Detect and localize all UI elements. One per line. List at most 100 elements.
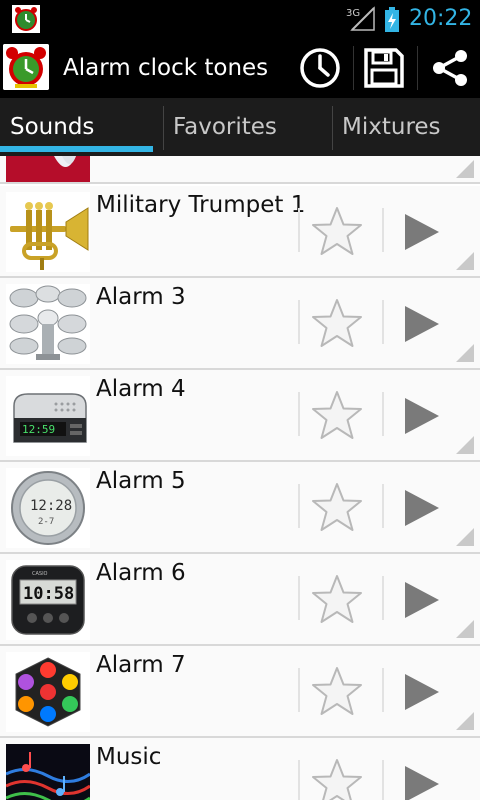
row-divider	[382, 760, 384, 800]
row-divider	[382, 668, 384, 712]
play-button[interactable]	[388, 568, 454, 632]
svg-text:2-7: 2-7	[38, 517, 54, 527]
star-icon	[312, 207, 362, 255]
corner-indicator-icon	[456, 712, 474, 730]
favorite-button[interactable]	[304, 476, 370, 540]
corner-indicator-icon	[456, 620, 474, 638]
row-divider	[298, 760, 300, 800]
list-item[interactable]: Military Trumpet 1	[0, 186, 480, 278]
corner-indicator-icon	[456, 436, 474, 454]
share-button[interactable]	[424, 42, 476, 94]
play-icon	[405, 306, 439, 342]
svg-text:CASIO: CASIO	[32, 571, 48, 577]
travel-clock-thumbnail-icon: 10:58 CASIO	[6, 560, 90, 640]
row-divider	[382, 392, 384, 436]
app-logo-icon	[3, 44, 49, 90]
save-button[interactable]	[358, 42, 410, 94]
star-icon	[312, 391, 362, 439]
action-bar: Alarm clock tones	[0, 38, 480, 98]
star-icon	[312, 299, 362, 347]
svg-text:3G: 3G	[346, 8, 360, 19]
play-button[interactable]	[388, 752, 454, 800]
play-icon	[405, 214, 439, 250]
row-divider	[298, 484, 300, 528]
play-icon	[405, 398, 439, 434]
star-icon	[312, 483, 362, 531]
list-item[interactable]: Alarm 3	[0, 278, 480, 370]
row-divider	[298, 300, 300, 344]
row-divider	[382, 300, 384, 344]
sound-title: Alarm 5	[96, 468, 186, 494]
play-button[interactable]	[388, 200, 454, 264]
tab-divider	[163, 106, 164, 150]
svg-text:12:28: 12:28	[30, 498, 72, 514]
row-divider	[382, 208, 384, 252]
list-item-partial[interactable]	[0, 156, 480, 184]
timer-button[interactable]	[294, 42, 346, 94]
favorite-button[interactable]	[304, 292, 370, 356]
row-divider	[382, 576, 384, 620]
favorite-button[interactable]	[304, 752, 370, 800]
svg-text:10:58: 10:58	[23, 584, 74, 604]
alarm-app-notification-icon	[12, 5, 40, 33]
sound-title: Military Trumpet 1	[96, 192, 306, 218]
row-divider	[382, 484, 384, 528]
tab-selected-indicator	[0, 146, 153, 152]
clock-icon	[300, 48, 340, 88]
star-icon	[312, 759, 362, 800]
list-item[interactable]: Music	[0, 738, 480, 800]
favorite-button[interactable]	[304, 660, 370, 724]
star-icon	[312, 667, 362, 715]
play-icon	[405, 490, 439, 526]
sound-title: Music	[96, 744, 162, 770]
action-divider	[417, 46, 418, 90]
play-button[interactable]	[388, 476, 454, 540]
favorite-button[interactable]	[304, 384, 370, 448]
status-time: 20:22	[409, 6, 473, 31]
play-button[interactable]	[388, 292, 454, 356]
list-item[interactable]: Alarm 7	[0, 646, 480, 738]
play-button[interactable]	[388, 384, 454, 448]
corner-indicator-icon	[456, 252, 474, 270]
sound-title: Alarm 7	[96, 652, 186, 678]
trumpet-thumbnail-icon	[6, 192, 90, 272]
play-icon	[405, 674, 439, 710]
corner-indicator-icon	[456, 344, 474, 362]
status-bar: 3G 20:22	[0, 0, 480, 38]
sound-list[interactable]: Military Trumpet 1 Alarm 3 12:59 Alarm 4…	[0, 156, 480, 800]
digital-round-clock-thumbnail-icon: 12:28 2-7	[6, 468, 90, 548]
play-icon	[405, 766, 439, 800]
action-divider	[353, 46, 354, 90]
favorite-button[interactable]	[304, 200, 370, 264]
favorite-button[interactable]	[304, 568, 370, 632]
signal-icon: 3G	[346, 6, 375, 31]
play-button[interactable]	[388, 660, 454, 724]
battery-icon	[385, 7, 399, 32]
clock-radio-thumbnail-icon: 12:59	[6, 376, 90, 456]
share-icon	[433, 50, 467, 86]
tab-favorites[interactable]: Favorites	[163, 98, 331, 156]
sound-title: Alarm 4	[96, 376, 186, 402]
row-divider	[298, 208, 300, 252]
partial-thumbnail-icon	[6, 156, 90, 182]
sound-title: Alarm 3	[96, 284, 186, 310]
music-notes-thumbnail-icon	[6, 744, 90, 800]
list-item[interactable]: 10:58 CASIO Alarm 6	[0, 554, 480, 646]
row-divider	[298, 576, 300, 620]
play-icon	[405, 582, 439, 618]
row-divider	[298, 392, 300, 436]
tab-divider	[332, 106, 333, 150]
svg-text:12:59: 12:59	[22, 423, 55, 436]
save-icon	[364, 48, 404, 88]
corner-indicator-icon	[456, 528, 474, 546]
tab-mixtures[interactable]: Mixtures	[332, 98, 480, 156]
star-icon	[312, 575, 362, 623]
list-item[interactable]: 12:59 Alarm 4	[0, 370, 480, 462]
sound-title: Alarm 6	[96, 560, 186, 586]
sirens-thumbnail-icon	[6, 284, 90, 364]
list-item[interactable]: 12:28 2-7 Alarm 5	[0, 462, 480, 554]
row-divider	[298, 668, 300, 712]
disco-lights-thumbnail-icon	[6, 652, 90, 732]
app-title: Alarm clock tones	[63, 55, 269, 81]
corner-indicator-icon	[456, 160, 474, 178]
